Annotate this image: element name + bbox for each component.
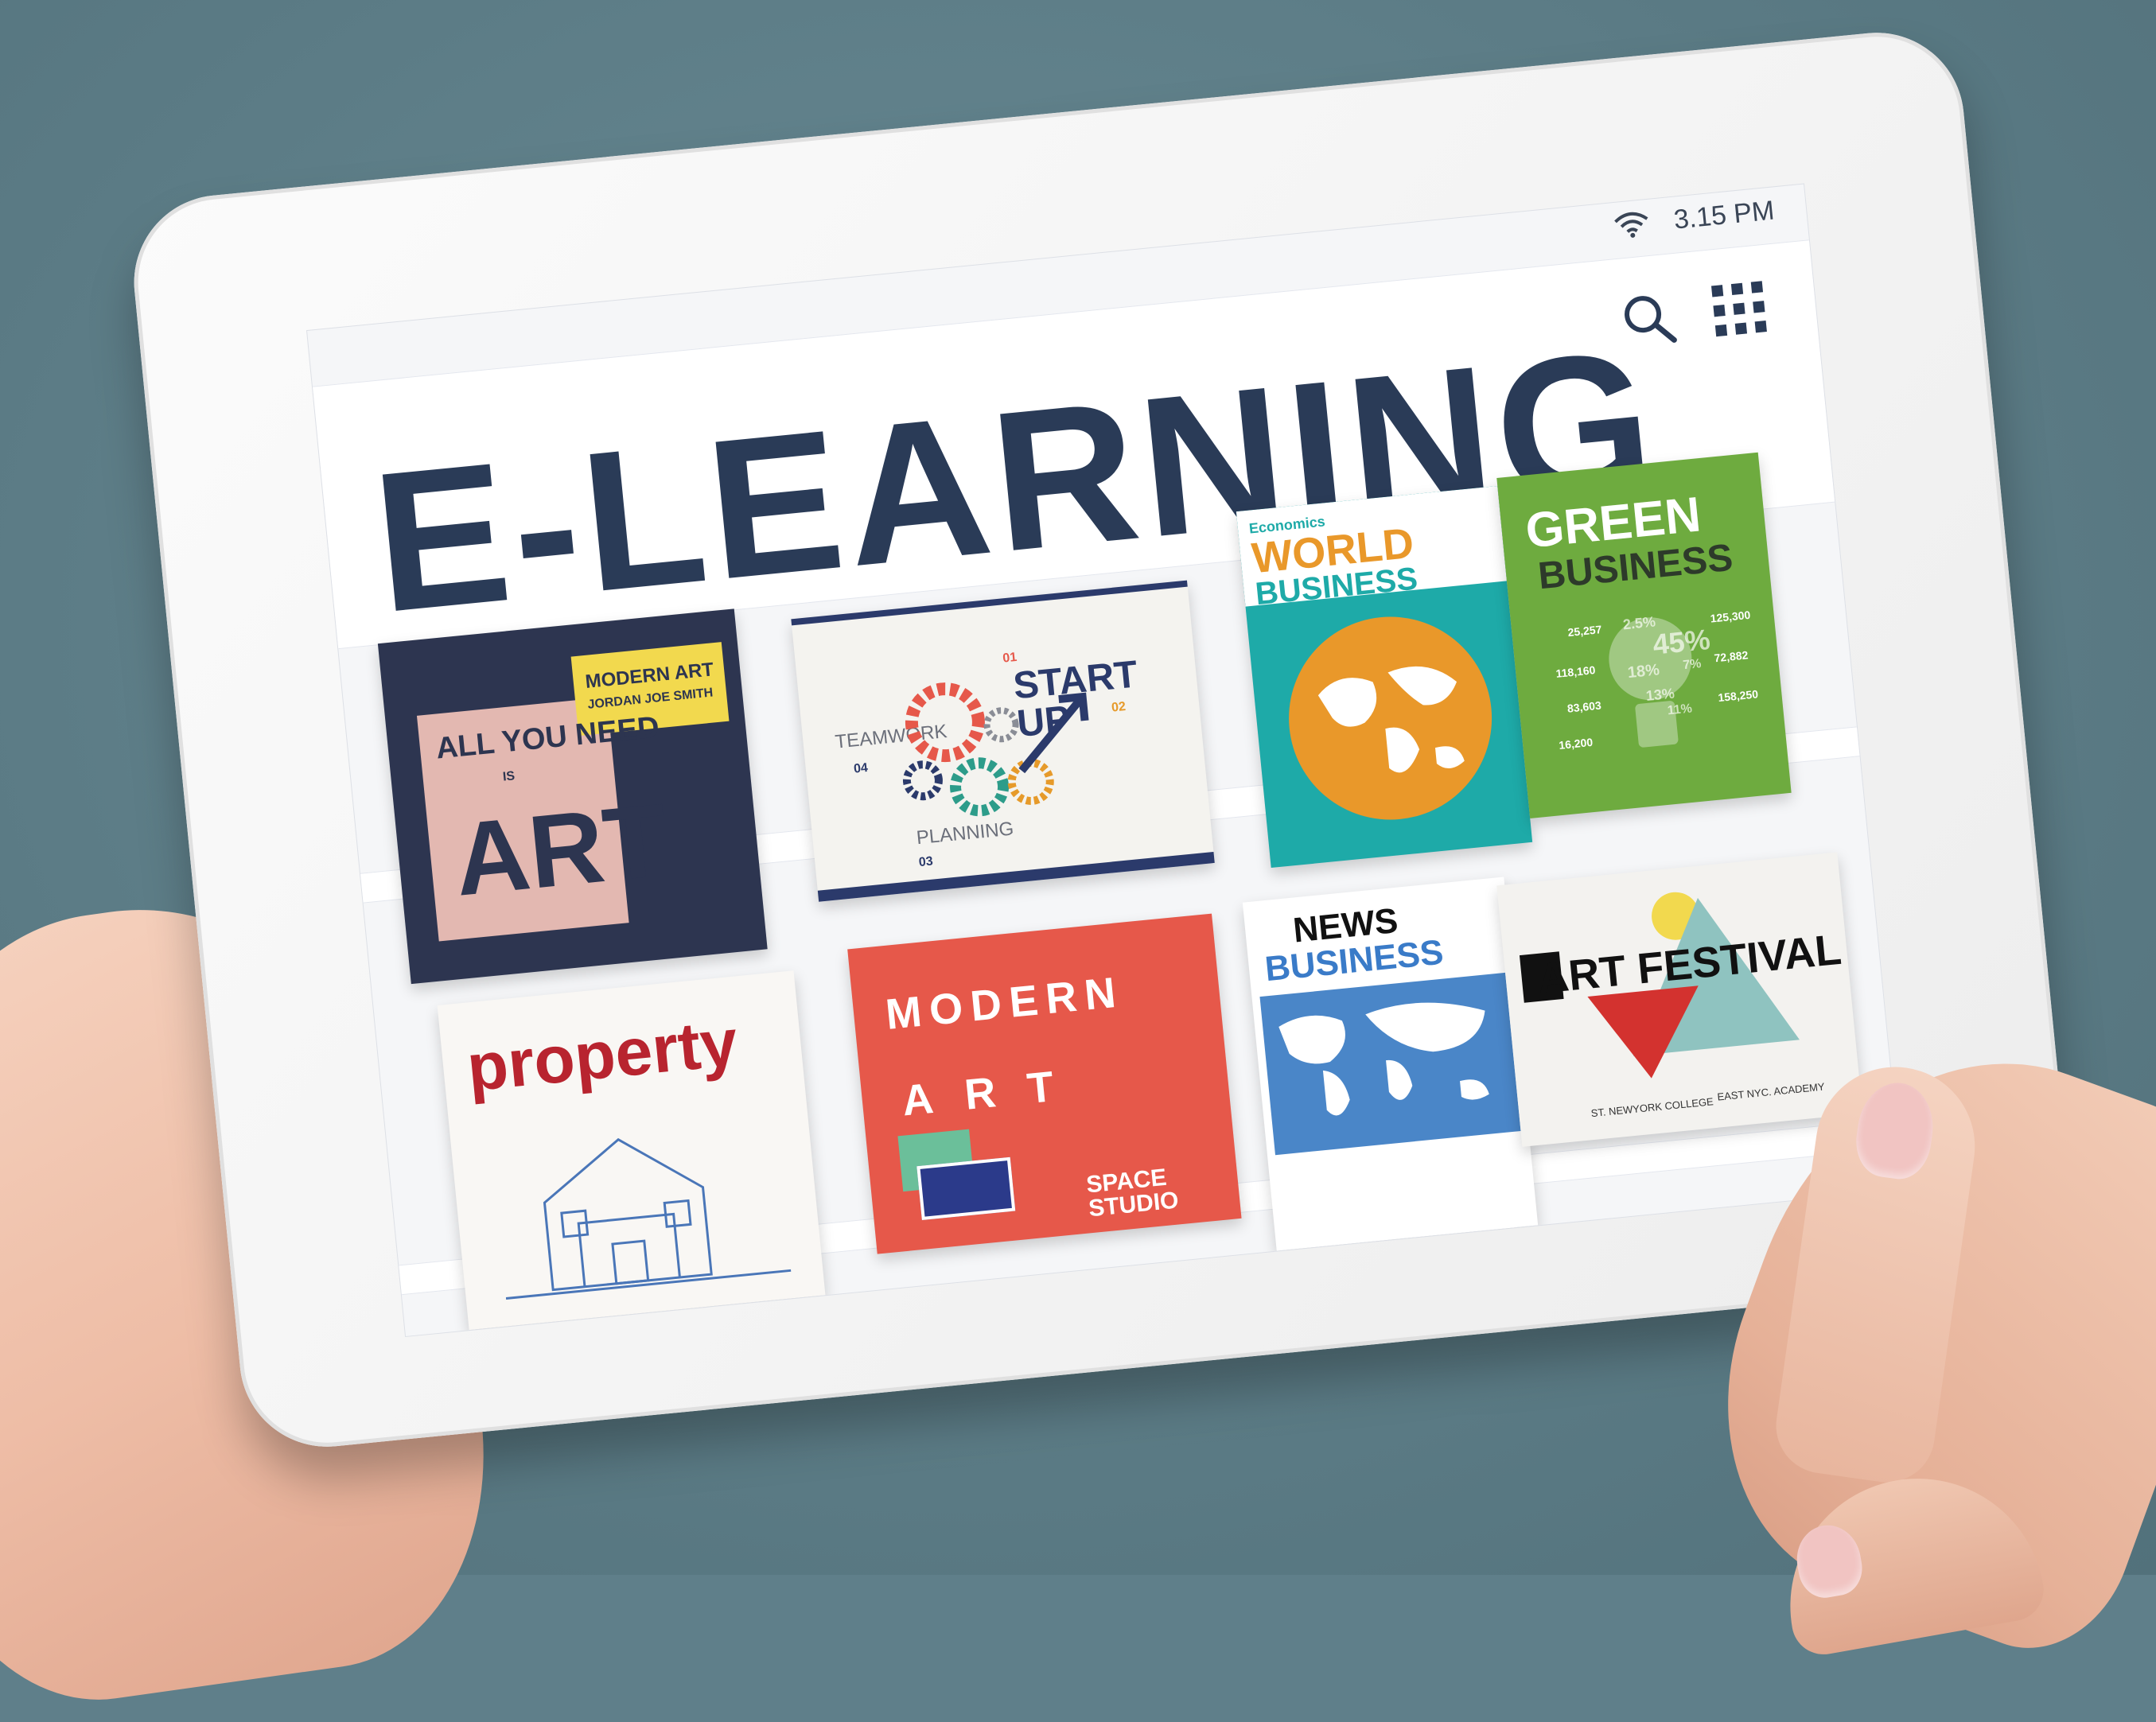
card-title-line: BUSINESS [1263,932,1446,989]
status-bar: 3.15 PM [1613,195,1776,242]
stat-value: 16,200 [1558,735,1594,752]
card-title-line: ART [449,781,672,918]
step-number: 01 [1002,650,1018,666]
course-card-property[interactable]: property [437,970,826,1331]
wifi-icon [1614,212,1648,238]
house-drawing-icon [505,1137,792,1300]
grid-icon[interactable] [1708,278,1771,340]
finger-nail [1851,1078,1939,1184]
stat-value: 72,882 [1713,648,1749,665]
gears-icon [902,682,1089,817]
status-time: 3.15 PM [1672,195,1776,235]
stat-value: 25,257 [1566,623,1603,639]
card-title-line: IS [502,769,516,784]
step-number: 03 [918,854,934,870]
course-card-modern-art[interactable]: MODERN ART SPACE STUDIO [847,913,1242,1254]
course-card-world-business[interactable]: Economics WORLD BUSINESS [1236,485,1533,869]
course-card-art-festival[interactable]: ART FESTIVAL ST. NEWYORK COLLEGE EAST NY… [1496,852,1863,1147]
stat-value: 83,603 [1566,698,1602,715]
stat-value: 158,250 [1717,687,1759,705]
card-shape [916,1156,1016,1220]
search-icon[interactable] [1618,289,1679,349]
stat-value: 118,160 [1555,663,1597,680]
course-card-art[interactable]: MODERN ART JORDAN JOE SMITH ALL YOU NEED… [377,608,768,985]
lightbulb-icon [1609,617,1692,748]
world-map-icon [1259,972,1521,1156]
step-number: 02 [1111,699,1127,715]
stat-value: 125,300 [1710,608,1751,625]
course-card-news-business[interactable]: NEWS BUSINESS [1242,877,1539,1251]
card-title-line: MODERN [883,968,1126,1040]
tablet-screen: 3.15 PM E-LEARNING MODERN ART JORDAN JOE… [305,183,1904,1338]
card-title: property [463,1004,741,1106]
card-subtitle: SPACE STUDIO [1084,1164,1180,1223]
course-card-green-business[interactable]: GREEN BUSINESS 25,257 125,300 118,160 72… [1496,452,1792,818]
course-card-startup[interactable]: START UP TEAMWORK PLANNING 01 02 03 04 [791,580,1215,902]
step-number: 04 [853,760,869,776]
globe-icon [1279,607,1501,830]
card-title-line: ART [900,1059,1088,1125]
